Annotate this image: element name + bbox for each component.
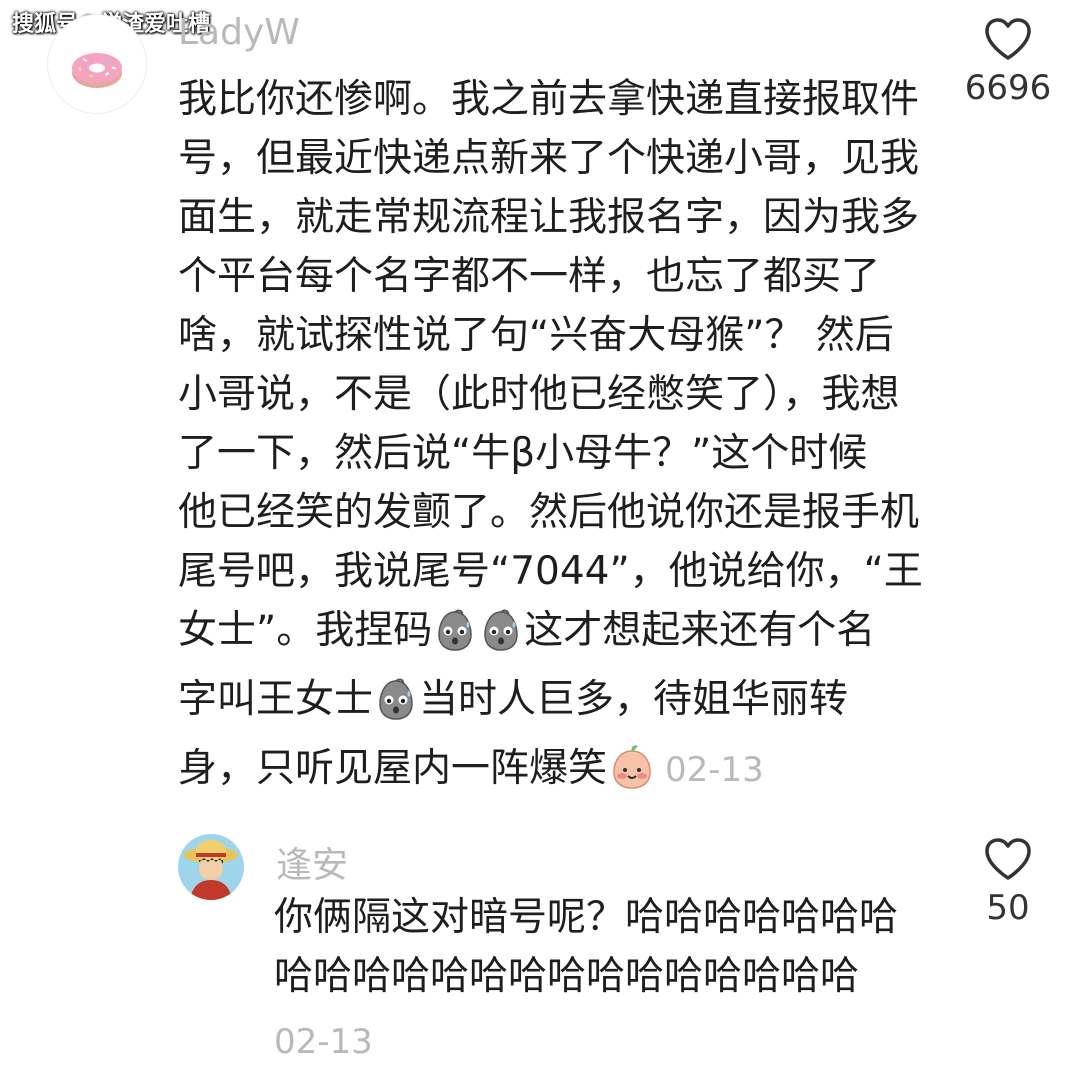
comment-line: 我比你还惨啊。我之前去拿快递直接报取件 <box>178 77 920 122</box>
sweating-face-emoji-icon <box>433 609 477 670</box>
comment-text-segment: 当时人巨多，待姐华丽转 <box>419 677 849 722</box>
blushing-face-emoji-icon <box>608 743 656 808</box>
comment-line: 字叫王女士 当时人巨多，待姐华丽转 <box>178 670 938 739</box>
reply-avatar[interactable] <box>178 834 244 900</box>
comment-text-segment: 女士”。我捏码 <box>178 608 433 653</box>
comment-text-segment: 这才想起来还有个名 <box>524 608 876 653</box>
comment-text-segment: 身，只听见屋内一阵爆笑 <box>178 746 608 791</box>
comment-line: 号，但最近快递点新来了个快递小哥，见我 <box>178 136 920 181</box>
comment-line: 身，只听见屋内一阵爆笑 02-13 <box>178 739 938 808</box>
comment-line: 女士”。我捏码 这才想起来还有个名 <box>178 601 938 670</box>
reply-line: 哈哈哈哈哈哈哈哈哈哈哈哈哈哈哈 <box>274 954 860 999</box>
comment-line: 了一下，然后说“牛β小母牛？”这个时候 <box>178 431 868 476</box>
sweating-face-emoji-icon <box>374 678 418 739</box>
comment-line: 他已经笑的发颤了。然后他说你还是报手机 <box>178 490 920 535</box>
reply-like-count: 50 <box>986 888 1030 928</box>
comment-line: 个平台每个名字都不一样，也忘了都买了 <box>178 254 881 299</box>
like-button[interactable]: 6696 <box>960 16 1056 108</box>
avatar[interactable] <box>47 14 147 114</box>
donut-avatar-icon <box>72 53 122 88</box>
comment-date: 02-13 <box>665 750 764 790</box>
reply-date: 02-13 <box>274 1022 373 1062</box>
comment-line: 小哥说，不是（此时他已经憋笑了），我想 <box>178 372 900 417</box>
comment-line: 面生，就走常规流程让我报名字，因为我多 <box>178 195 920 240</box>
like-count: 6696 <box>964 68 1052 108</box>
reply-like-button[interactable]: 50 <box>962 836 1054 928</box>
comment-username[interactable]: LadyW <box>178 12 300 53</box>
comment-text-segment: 字叫王女士 <box>178 677 374 722</box>
sweating-face-emoji-icon <box>479 609 523 670</box>
reply-body: 你俩隔这对暗号呢？哈哈哈哈哈哈哈 哈哈哈哈哈哈哈哈哈哈哈哈哈哈哈 <box>274 888 914 1006</box>
reply-username[interactable]: 逢安 <box>276 836 348 888</box>
heart-outline-icon <box>985 18 1031 60</box>
heart-outline-icon <box>985 838 1031 880</box>
anime-character-avatar-icon <box>178 834 244 900</box>
reply-line: 你俩隔这对暗号呢？哈哈哈哈哈哈哈 <box>274 895 899 940</box>
comment-body: 我比你还惨啊。我之前去拿快递直接报取件 号，但最近快递点新来了个快递小哥，见我 … <box>178 70 938 808</box>
comment-line: 尾号吧，我说尾号“7044”，他说给你，“王 <box>178 549 923 594</box>
comment-line: 啥，就试探性说了句“兴奋大母猴”？ 然后 <box>178 313 894 358</box>
